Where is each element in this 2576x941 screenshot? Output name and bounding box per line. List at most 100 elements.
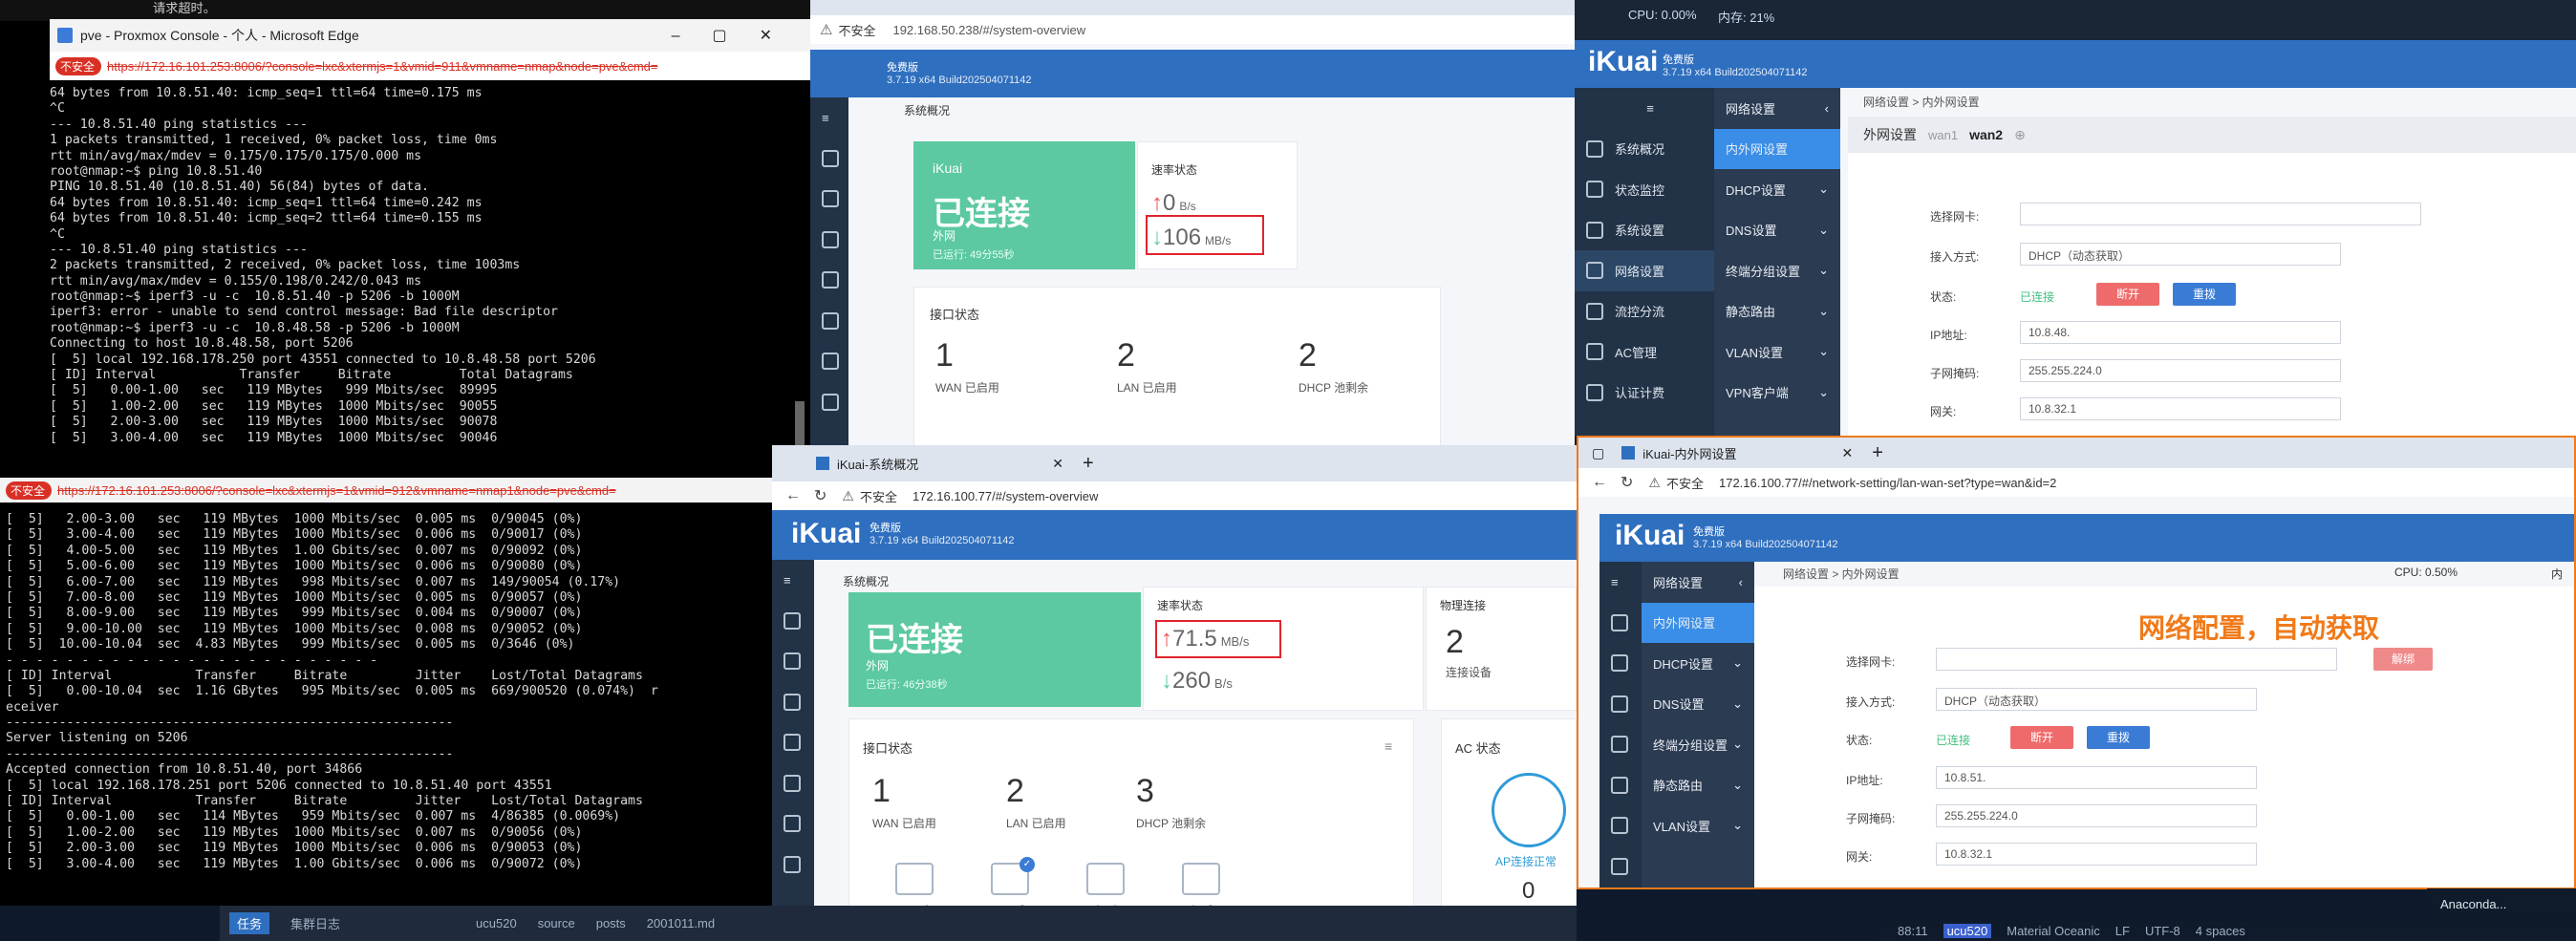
url-text[interactable]: 172.16.100.77/#/system-overview — [912, 489, 1098, 503]
close-tab-icon[interactable]: ✕ — [1841, 445, 1853, 461]
address-bar[interactable]: ⚠ 不安全 192.168.50.238/#/system-overview — [810, 15, 1575, 44]
theme-label[interactable]: Material Oceanic — [2007, 924, 2100, 938]
not-secure-badge[interactable]: 不安全 — [6, 481, 53, 500]
url-text[interactable]: https://172.16.101.253:8006/?console=lxc… — [107, 59, 657, 74]
select-nic[interactable] — [2020, 203, 2421, 225]
tab-title[interactable]: iKuai-内外网设置 — [1642, 444, 1736, 462]
address-bar[interactable]: ← ↻ ⚠ 不安全 172.16.100.77/#/network-settin… — [1578, 468, 2574, 497]
sidebar-item[interactable] — [1599, 846, 1642, 888]
path-segment[interactable]: 2001011.md — [647, 916, 715, 930]
terminal-output[interactable]: [ 5] 2.00-3.00 sec 119 MBytes 1000 Mbits… — [0, 510, 770, 904]
sidebar-item[interactable]: 系统概况 — [1575, 129, 1714, 170]
close-tab-icon[interactable]: ✕ — [1052, 456, 1063, 472]
mask-field[interactable]: 255.255.224.0 — [1936, 804, 2257, 827]
submenu-item[interactable]: 内外网设置 — [1714, 128, 1840, 169]
disconnect-button[interactable]: 断开 — [2010, 726, 2073, 749]
sidebar-item[interactable] — [772, 641, 814, 682]
submenu-item[interactable]: 终端分组设置 ⌄ — [1642, 724, 1754, 765]
unbind-button[interactable]: 解绑 — [2373, 648, 2433, 671]
sidebar-item[interactable]: 流控分流 — [1575, 291, 1714, 332]
sidebar-item[interactable] — [772, 601, 814, 642]
address-bar[interactable]: 不安全 https://172.16.101.253:8006/?console… — [50, 52, 810, 80]
cursor-position[interactable]: 88:11 — [1898, 924, 1928, 938]
not-secure-label[interactable]: 不安全 — [860, 487, 897, 505]
select-access-mode[interactable]: DHCP（动态获取） — [1936, 688, 2257, 711]
tab-wan2[interactable]: wan2 — [1969, 127, 2003, 142]
new-tab-icon[interactable]: + — [1083, 453, 1094, 475]
sidebar-item[interactable] — [1599, 684, 1642, 725]
menu-toggle-icon[interactable]: ≡ — [1575, 88, 1714, 129]
menu-toggle-icon[interactable]: ≡ — [772, 560, 814, 601]
submenu-item[interactable]: DHCP设置 ⌄ — [1714, 169, 1840, 210]
window-titlebar[interactable]: pve - Proxmox Console - 个人 - Microsoft E… — [50, 19, 810, 52]
sidebar-item[interactable]: 网络设置 — [1575, 250, 1714, 291]
sidebar-item[interactable] — [810, 260, 848, 301]
anaconda-item[interactable]: Anaconda... — [2427, 888, 2576, 919]
sidebar-item[interactable]: 系统设置 — [1575, 210, 1714, 251]
back-icon[interactable]: ← — [1592, 474, 1607, 491]
port-icon-lan2[interactable]: lan2 — [1182, 863, 1220, 916]
sidebar-item[interactable] — [772, 845, 814, 886]
sidebar-item[interactable]: 状态监控 — [1575, 169, 1714, 210]
url-text[interactable]: 172.16.100.77/#/network-setting/lan-wan-… — [1719, 476, 2056, 490]
user-badge[interactable]: ucu520 — [1943, 924, 1992, 938]
collapse-icon[interactable]: ‹ — [1739, 575, 1743, 589]
ip-field[interactable]: 10.8.51. — [1936, 766, 2257, 789]
reload-icon[interactable]: ↻ — [814, 486, 826, 505]
submenu-item[interactable]: 内外网设置 — [1642, 602, 1754, 643]
port-icon-wan1[interactable]: wan1 — [895, 863, 934, 916]
url-text[interactable]: https://172.16.101.253:8006/?console=lxc… — [57, 483, 616, 498]
sidebar-item[interactable] — [772, 803, 814, 845]
window-controls[interactable]: –▢✕ — [672, 26, 810, 45]
sidebar-item[interactable] — [1599, 643, 1642, 684]
select-nic[interactable] — [1936, 648, 2337, 671]
sidebar-item[interactable] — [1599, 765, 1642, 806]
sidebar-item[interactable] — [810, 301, 848, 342]
submenu-item[interactable]: DNS设置 ⌄ — [1642, 684, 1754, 725]
sidebar-item[interactable] — [1599, 805, 1642, 846]
ip-field[interactable]: 10.8.48. — [2020, 321, 2341, 344]
scrollbar[interactable] — [795, 401, 805, 447]
list-icon[interactable]: ≡ — [1385, 738, 1392, 754]
disconnect-button[interactable]: 断开 — [2096, 283, 2159, 306]
sidebar-item[interactable] — [772, 722, 814, 763]
tab-wan1[interactable]: wan1 — [1928, 128, 1958, 142]
sidebar-item[interactable] — [1599, 603, 1642, 644]
submenu-item[interactable]: 静态路由 ⌄ — [1642, 765, 1754, 806]
path-segment[interactable]: source — [538, 916, 575, 930]
sidebar-item[interactable] — [1599, 724, 1642, 765]
submenu-item[interactable]: 静态路由 ⌄ — [1714, 291, 1840, 332]
sidebar-item[interactable] — [810, 179, 848, 220]
path-segment[interactable]: ucu520 — [476, 916, 517, 930]
menu-toggle-icon[interactable]: ≡ — [810, 97, 848, 139]
address-bar[interactable]: 不安全 https://172.16.101.253:8006/?console… — [0, 478, 772, 503]
select-access-mode[interactable]: DHCP（动态获取） — [2020, 243, 2341, 266]
submenu-item[interactable]: VPN客户端 ⌄ — [1714, 373, 1840, 414]
submenu-item[interactable]: VLAN设置 ⌄ — [1714, 331, 1840, 373]
sidebar-item[interactable] — [810, 382, 848, 423]
line-ending[interactable]: LF — [2115, 924, 2130, 938]
add-tab-icon[interactable]: ⊕ — [2014, 127, 2026, 143]
submenu-item[interactable]: 终端分组设置 ⌄ — [1714, 250, 1840, 291]
sidebar-item[interactable] — [772, 763, 814, 804]
address-bar[interactable]: ← ↻ ⚠ 不安全 172.16.100.77/#/system-overvie… — [772, 481, 1577, 510]
indentation[interactable]: 4 spaces — [2196, 924, 2245, 938]
sidebar-item[interactable]: AC管理 — [1575, 331, 1714, 373]
not-secure-label[interactable]: 不安全 — [838, 21, 875, 39]
new-tab-icon[interactable]: + — [1872, 442, 1883, 464]
connection-card[interactable]: 已连接 外网 已运行: 46分38秒 — [848, 592, 1141, 707]
redial-button[interactable]: 重拨 — [2173, 283, 2236, 306]
port-icon-lan1[interactable]: lan1 — [1086, 863, 1125, 916]
sidebar-item[interactable] — [772, 682, 814, 723]
path-segment[interactable]: posts — [596, 916, 626, 930]
collapse-icon[interactable]: ‹ — [1825, 101, 1829, 116]
encoding[interactable]: UTF-8 — [2145, 924, 2180, 938]
task-log-tab[interactable]: 集群日志 — [290, 914, 340, 932]
connection-card[interactable]: iKuai 已连接 外网 已运行: 49分55秒 — [913, 141, 1135, 269]
not-secure-label[interactable]: 不安全 — [1666, 474, 1704, 492]
sidebar-item[interactable] — [810, 341, 848, 382]
not-secure-badge[interactable]: 不安全 — [55, 56, 102, 75]
gateway-field[interactable]: 10.8.32.1 — [2020, 397, 2341, 420]
menu-toggle-icon[interactable]: ≡ — [1599, 562, 1642, 603]
gateway-field[interactable]: 10.8.32.1 — [1936, 843, 2257, 866]
